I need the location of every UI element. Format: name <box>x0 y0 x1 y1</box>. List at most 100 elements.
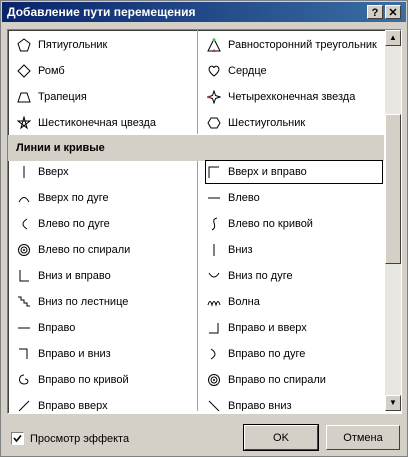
motion-path-list: Пятиугольник Равносторонний треугольник … <box>7 29 402 414</box>
list-item-heart[interactable]: Сердце <box>206 60 267 82</box>
list-item-line[interactable]: Вправо вверх <box>16 395 108 411</box>
pentagon-icon <box>16 37 32 53</box>
hexagon-icon <box>206 115 222 131</box>
right-up-icon <box>16 398 32 411</box>
spiral-left-icon <box>16 242 32 258</box>
list-item-label: Вниз по лестнице <box>38 296 129 308</box>
right-down-diag-icon <box>206 398 222 411</box>
list-item-label: Шестиугольник <box>228 117 306 129</box>
list-item-line[interactable]: Вправо и вниз <box>16 343 111 365</box>
list-item-line[interactable]: Вниз по лестнице <box>16 291 128 313</box>
heart-icon <box>206 63 222 79</box>
list-item-line[interactable]: Вверх <box>16 161 69 183</box>
right-up-corner-icon <box>206 320 222 336</box>
list-item-line[interactable]: Влево по кривой <box>206 213 382 235</box>
right-line-icon <box>16 320 32 336</box>
list-item-label: Четырехконечная звезда <box>228 91 356 103</box>
down-line-icon <box>206 242 222 258</box>
up-right-icon <box>206 164 222 180</box>
list-item-rhombus[interactable]: Ромб <box>16 60 65 82</box>
rhombus-icon <box>16 63 32 79</box>
arc-up-icon <box>16 190 32 206</box>
triangle-icon <box>206 37 222 53</box>
ok-button[interactable]: OK <box>243 424 319 451</box>
close-button[interactable]: ✕ <box>385 5 401 19</box>
down-right-icon <box>16 268 32 284</box>
list-item-label: Влево по спирали <box>38 244 131 256</box>
scroll-up-button[interactable]: ▲ <box>385 30 401 46</box>
list-content: Пятиугольник Равносторонний треугольник … <box>8 30 384 411</box>
wave-icon <box>206 294 222 310</box>
list-item-line[interactable]: Вверх по дуге <box>16 187 109 209</box>
list-item-label: Вправо вверх <box>38 400 108 411</box>
arc-left-icon <box>16 216 32 232</box>
list-item-line[interactable]: Вверх и вправо <box>205 160 383 184</box>
list-item-label: Вправо по спирали <box>228 374 326 386</box>
list-item-line[interactable]: Вправо по спирали <box>206 369 382 391</box>
scroll-down-button[interactable]: ▼ <box>385 395 401 411</box>
spiral-right-icon <box>206 372 222 388</box>
arc-down-icon <box>206 268 222 284</box>
stairs-down-icon <box>16 294 32 310</box>
list-item-label: Влево по кривой <box>228 218 313 230</box>
cancel-button[interactable]: Отмена <box>326 425 400 450</box>
preview-effect-checkbox-group[interactable]: Просмотр эффекта <box>11 432 129 445</box>
list-item-line[interactable]: Влево по спирали <box>16 239 130 261</box>
list-item-label: Ромб <box>38 65 65 77</box>
preview-effect-label: Просмотр эффекта <box>30 432 130 445</box>
list-item-label: Вправо и вверх <box>228 322 307 334</box>
list-item-six-point-star[interactable]: Шестиконечная цвезда <box>16 112 156 134</box>
list-item-triangle[interactable]: Равносторонний треугольник <box>206 34 377 56</box>
list-item-label: Вправо и вниз <box>38 348 111 360</box>
list-item-label: Влево по дуге <box>38 218 110 230</box>
title-bar[interactable]: Добавление пути перемещения ? ✕ <box>2 2 406 22</box>
list-item-label: Вправо по кривой <box>38 374 129 386</box>
list-item-line[interactable]: Вниз и вправо <box>16 265 111 287</box>
list-item-line[interactable]: Вправо по дуге <box>206 343 382 365</box>
preview-effect-checkbox[interactable] <box>11 432 24 445</box>
arc-right-icon <box>206 346 222 362</box>
list-item-pentagon[interactable]: Пятиугольник <box>16 34 107 56</box>
dialog-window: Добавление пути перемещения ? ✕ Пятиугол… <box>0 0 408 457</box>
list-item-line[interactable]: Вправо <box>16 317 75 339</box>
help-button[interactable]: ? <box>367 5 383 19</box>
list-item-label: Вниз <box>228 244 253 256</box>
checkmark-icon <box>13 434 22 443</box>
scroll-thumb[interactable] <box>385 114 401 264</box>
list-item-line[interactable]: Вправо вниз <box>206 395 382 411</box>
six-point-star-icon <box>16 115 32 131</box>
list-item-label: Вправо по дуге <box>228 348 306 360</box>
list-item-label: Равносторонний треугольник <box>228 39 377 51</box>
list-item-line[interactable]: Влево <box>206 187 382 209</box>
dialog-title: Добавление пути перемещения <box>7 5 196 19</box>
list-item-line[interactable]: Влево по дуге <box>16 213 110 235</box>
list-item-label: Шестиконечная цвезда <box>38 117 156 129</box>
list-item-label: Пятиугольник <box>38 39 108 51</box>
list-item-line[interactable]: Вниз <box>206 239 382 261</box>
list-item-line[interactable]: Волна <box>206 291 382 313</box>
list-item-label: Трапеция <box>38 91 87 103</box>
list-item-line[interactable]: Вниз по дуге <box>206 265 382 287</box>
trapezoid-icon <box>16 89 32 105</box>
list-item-line[interactable]: Вправо и вверх <box>206 317 382 339</box>
right-down-icon <box>16 346 32 362</box>
section-header-lines-curves: Линии и кривые <box>8 135 384 161</box>
curve-left-icon <box>206 216 222 232</box>
list-item-label: Вверх и вправо <box>228 166 307 178</box>
list-item-trapezoid[interactable]: Трапеция <box>16 86 87 108</box>
list-item-label: Вправо <box>38 322 76 334</box>
list-item-label: Вверх <box>38 166 69 178</box>
list-item-label: Сердце <box>228 65 267 77</box>
left-line-icon <box>206 190 222 206</box>
list-item-hexagon[interactable]: Шестиугольник <box>206 112 305 134</box>
list-item-label: Вниз и вправо <box>38 270 111 282</box>
column-divider-top <box>197 30 198 134</box>
up-line-icon <box>16 164 32 180</box>
list-item-label: Вверх по дуге <box>38 192 109 204</box>
list-item-label: Влево <box>228 192 260 204</box>
vertical-scrollbar[interactable]: ▲ ▼ <box>385 30 401 411</box>
list-item-four-point-star[interactable]: Четырехконечная звезда <box>206 86 355 108</box>
curve-right-icon <box>16 372 32 388</box>
list-item-label: Вправо вниз <box>228 400 292 411</box>
list-item-line[interactable]: Вправо по кривой <box>16 369 129 391</box>
